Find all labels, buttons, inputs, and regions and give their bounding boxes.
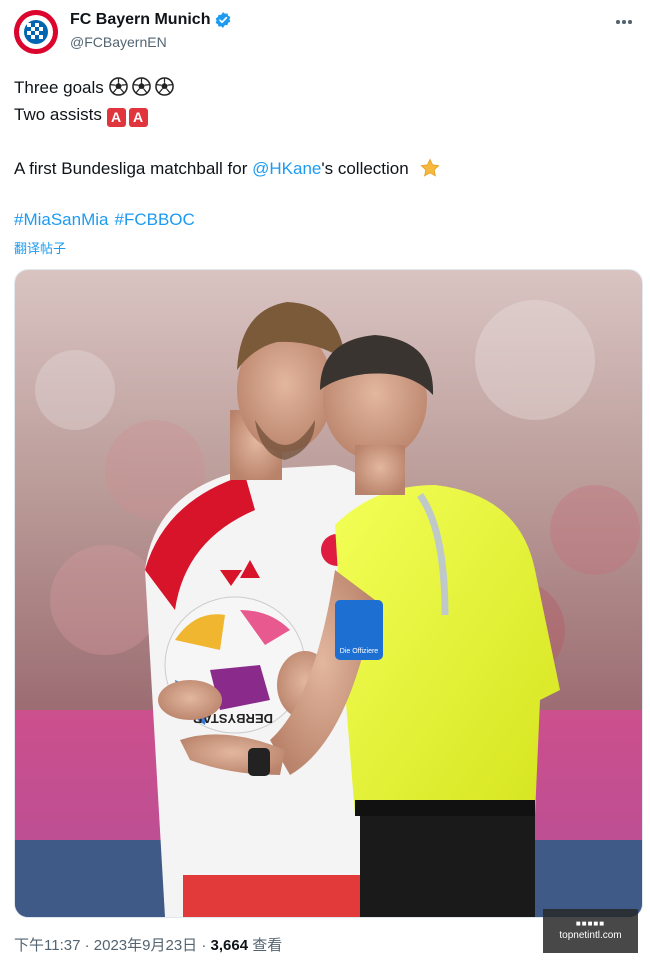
tweet-line-matchball: A first Bundesliga matchball for @HKane'… [14,155,636,182]
tweet-card: FC Bayern Munich @FCBayernEN Three goals [0,0,650,964]
translate-post-link[interactable]: 翻译帖子 [14,238,66,257]
account-info: FC Bayern Munich @FCBayernEN [70,10,232,52]
verified-badge-icon [214,11,232,29]
display-name[interactable]: FC Bayern Munich [70,10,210,30]
more-dot-icon [628,20,632,24]
account-handle[interactable]: @FCBayernEN [70,32,232,52]
ref-badge-text: Die Offiziere [340,648,378,655]
soccer-ball-icon [131,77,151,96]
letter-a-icon: A [128,108,148,127]
watermark-top: ■■■■■ [575,919,606,928]
letter-a-icon: A [106,108,126,127]
tweet-line-assists: Two assists AA [14,101,636,128]
more-dot-icon [622,20,626,24]
more-options-button[interactable] [612,12,636,32]
views-label[interactable]: 查看 [252,937,282,954]
mention-link[interactable]: @HKane [252,159,321,178]
goals-text: Three goals [14,78,104,97]
watermark-site: topnetintl.com [559,930,622,941]
hashtag-row: #MiaSanMia #FCBBOC [14,206,201,233]
tweet-text: Three goals Two assists AA A first Bunde… [14,74,636,182]
separator: · [80,937,94,954]
more-dot-icon [616,20,620,24]
soccer-ball-icon [154,77,174,96]
tweet-meta: 下午11:37 · 2023年9月23日 · 3,664 查看 [14,936,282,956]
matchball-text: A first Bundesliga matchball for [14,159,253,178]
separator: · [197,937,211,954]
collection-text: 's collection [321,159,409,178]
tweet-photo[interactable]: DERBYSTAR Die Offiziere [14,269,643,918]
hashtag-fcbboc[interactable]: #FCBBOC [115,210,195,229]
watermark: ■■■■■ topnetintl.com [543,909,638,953]
soccer-ball-icon [108,77,128,96]
tweet-line-goals: Three goals [14,74,636,101]
display-name-row[interactable]: FC Bayern Munich [70,10,232,30]
tweet-header: FC Bayern Munich @FCBayernEN [14,10,636,54]
post-time[interactable]: 下午11:37 [14,937,80,954]
star-icon [420,158,440,177]
post-date[interactable]: 2023年9月23日 [94,937,197,954]
assists-text: Two assists [14,105,102,124]
avatar[interactable] [14,10,58,54]
hashtag-miasanmia[interactable]: #MiaSanMia [14,210,109,229]
views-count[interactable]: 3,664 [211,937,249,954]
watch [248,748,270,776]
